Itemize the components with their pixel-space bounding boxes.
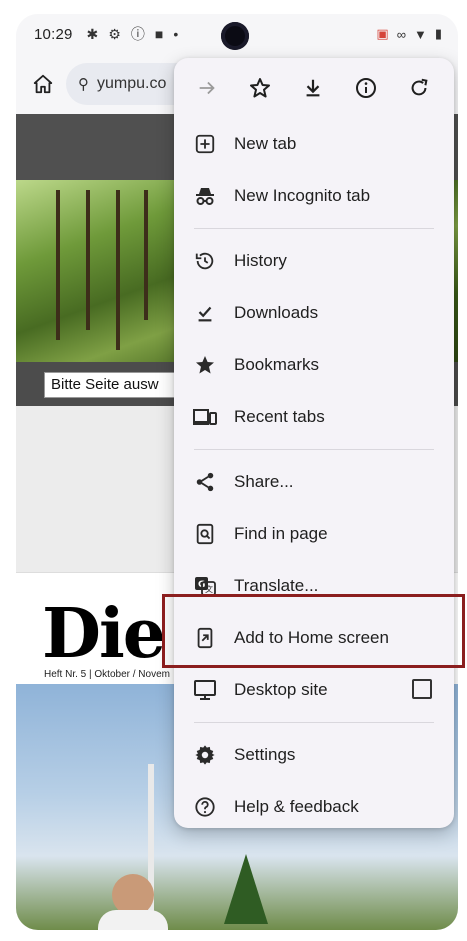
menu-item-add-to-home-screen[interactable]: Add to Home screen bbox=[174, 612, 454, 664]
star-outline-icon bbox=[250, 78, 270, 98]
info-icon: ⓘ bbox=[130, 26, 145, 42]
desktop-icon bbox=[192, 677, 218, 703]
menu-divider bbox=[194, 722, 434, 723]
menu-item-find-in-page[interactable]: Find in page bbox=[174, 508, 454, 560]
menu-item-downloads[interactable]: Downloads bbox=[174, 287, 454, 339]
wifi-icon: ▼ bbox=[413, 26, 427, 42]
menu-action-row bbox=[174, 58, 454, 118]
add-to-home-icon bbox=[192, 625, 218, 651]
plus-box-icon bbox=[192, 131, 218, 157]
bookmark-button[interactable] bbox=[237, 65, 283, 111]
gear-icon: ⚙ bbox=[108, 25, 121, 42]
menu-item-label: New Incognito tab bbox=[234, 186, 371, 205]
menu-item-desktop-site[interactable]: Desktop site bbox=[174, 664, 454, 716]
reload-button[interactable] bbox=[396, 65, 442, 111]
phone-screen: 10:29 ✱ ⚙ ⓘ ■ • ▣ ∞ ▼ ▮ ⚲ yumpu.co Bitte… bbox=[16, 14, 458, 930]
front-camera bbox=[221, 22, 249, 50]
menu-item-new-tab[interactable]: New tab bbox=[174, 118, 454, 170]
menu-item-translate[interactable]: G文 Translate... bbox=[174, 560, 454, 612]
status-icons-right: ▣ ∞ ▼ ▮ bbox=[376, 26, 442, 42]
reload-icon bbox=[411, 78, 428, 96]
menu-item-share[interactable]: Share... bbox=[174, 456, 454, 508]
desktop-site-checkbox[interactable] bbox=[412, 679, 432, 699]
menu-item-bookmarks[interactable]: Bookmarks bbox=[174, 339, 454, 391]
page-info-button[interactable] bbox=[343, 65, 389, 111]
forward-button[interactable] bbox=[184, 65, 230, 111]
devices-icon bbox=[192, 404, 218, 430]
download-button[interactable] bbox=[290, 65, 336, 111]
home-icon bbox=[33, 74, 53, 94]
download-icon bbox=[306, 79, 320, 97]
svg-text:文: 文 bbox=[205, 584, 213, 594]
status-icons-left: ✱ ⚙ ⓘ ■ • bbox=[87, 24, 179, 44]
star-filled-icon bbox=[192, 352, 218, 378]
menu-item-label: History bbox=[234, 251, 287, 270]
settings-icon: ✱ bbox=[86, 25, 99, 42]
battery-icon: ▮ bbox=[434, 26, 442, 41]
menu-item-settings[interactable]: Settings bbox=[174, 729, 454, 781]
cast-icon: ▣ bbox=[376, 26, 389, 41]
status-bar: 10:29 ✱ ⚙ ⓘ ■ • ▣ ∞ ▼ ▮ bbox=[16, 14, 458, 54]
dot-icon: • bbox=[173, 26, 179, 42]
url-text: yumpu.co bbox=[97, 75, 167, 92]
site-settings-icon[interactable]: ⚲ bbox=[78, 75, 89, 93]
settings-gear-icon bbox=[192, 742, 218, 768]
history-icon bbox=[192, 248, 218, 274]
menu-item-new-incognito-tab[interactable]: New Incognito tab bbox=[174, 170, 454, 222]
menu-item-label: Settings bbox=[234, 745, 296, 764]
magazine-subtitle: Heft Nr. 5 | Oktober / Novem bbox=[44, 669, 170, 680]
arrow-right-icon bbox=[199, 81, 215, 95]
infinity-icon: ∞ bbox=[396, 26, 406, 42]
translate-icon: G文 bbox=[192, 573, 218, 599]
menu-item-label: Desktop site bbox=[234, 680, 328, 699]
info-circle-icon bbox=[356, 78, 376, 98]
tree bbox=[224, 854, 268, 924]
share-icon bbox=[192, 469, 218, 495]
menu-item-label: Bookmarks bbox=[234, 355, 320, 374]
menu-item-help-feedback[interactable]: Help & feedback bbox=[174, 781, 454, 828]
status-time: 10:29 bbox=[34, 25, 73, 43]
menu-item-history[interactable]: History bbox=[174, 235, 454, 287]
find-in-page-icon bbox=[192, 521, 218, 547]
menu-item-label: Find in page bbox=[234, 524, 328, 543]
download-check-icon bbox=[192, 300, 218, 326]
menu-divider bbox=[194, 228, 434, 229]
menu-item-label: Add to Home screen bbox=[234, 628, 389, 647]
home-button[interactable] bbox=[20, 61, 66, 107]
incognito-icon bbox=[192, 183, 218, 209]
menu-divider bbox=[194, 449, 434, 450]
menu-item-label: Downloads bbox=[234, 303, 319, 322]
menu-item-label: Help & feedback bbox=[234, 797, 359, 816]
overflow-menu: New tab New Incognito tab History Downlo… bbox=[174, 58, 454, 828]
menu-item-label: Translate... bbox=[234, 576, 319, 595]
menu-item-label: Share... bbox=[234, 472, 294, 491]
help-icon bbox=[192, 794, 218, 820]
menu-item-label: Recent tabs bbox=[234, 407, 325, 426]
menu-item-label: New tab bbox=[234, 134, 297, 153]
menu-item-recent-tabs[interactable]: Recent tabs bbox=[174, 391, 454, 443]
square-icon: ■ bbox=[154, 26, 164, 42]
person-body bbox=[98, 910, 168, 930]
